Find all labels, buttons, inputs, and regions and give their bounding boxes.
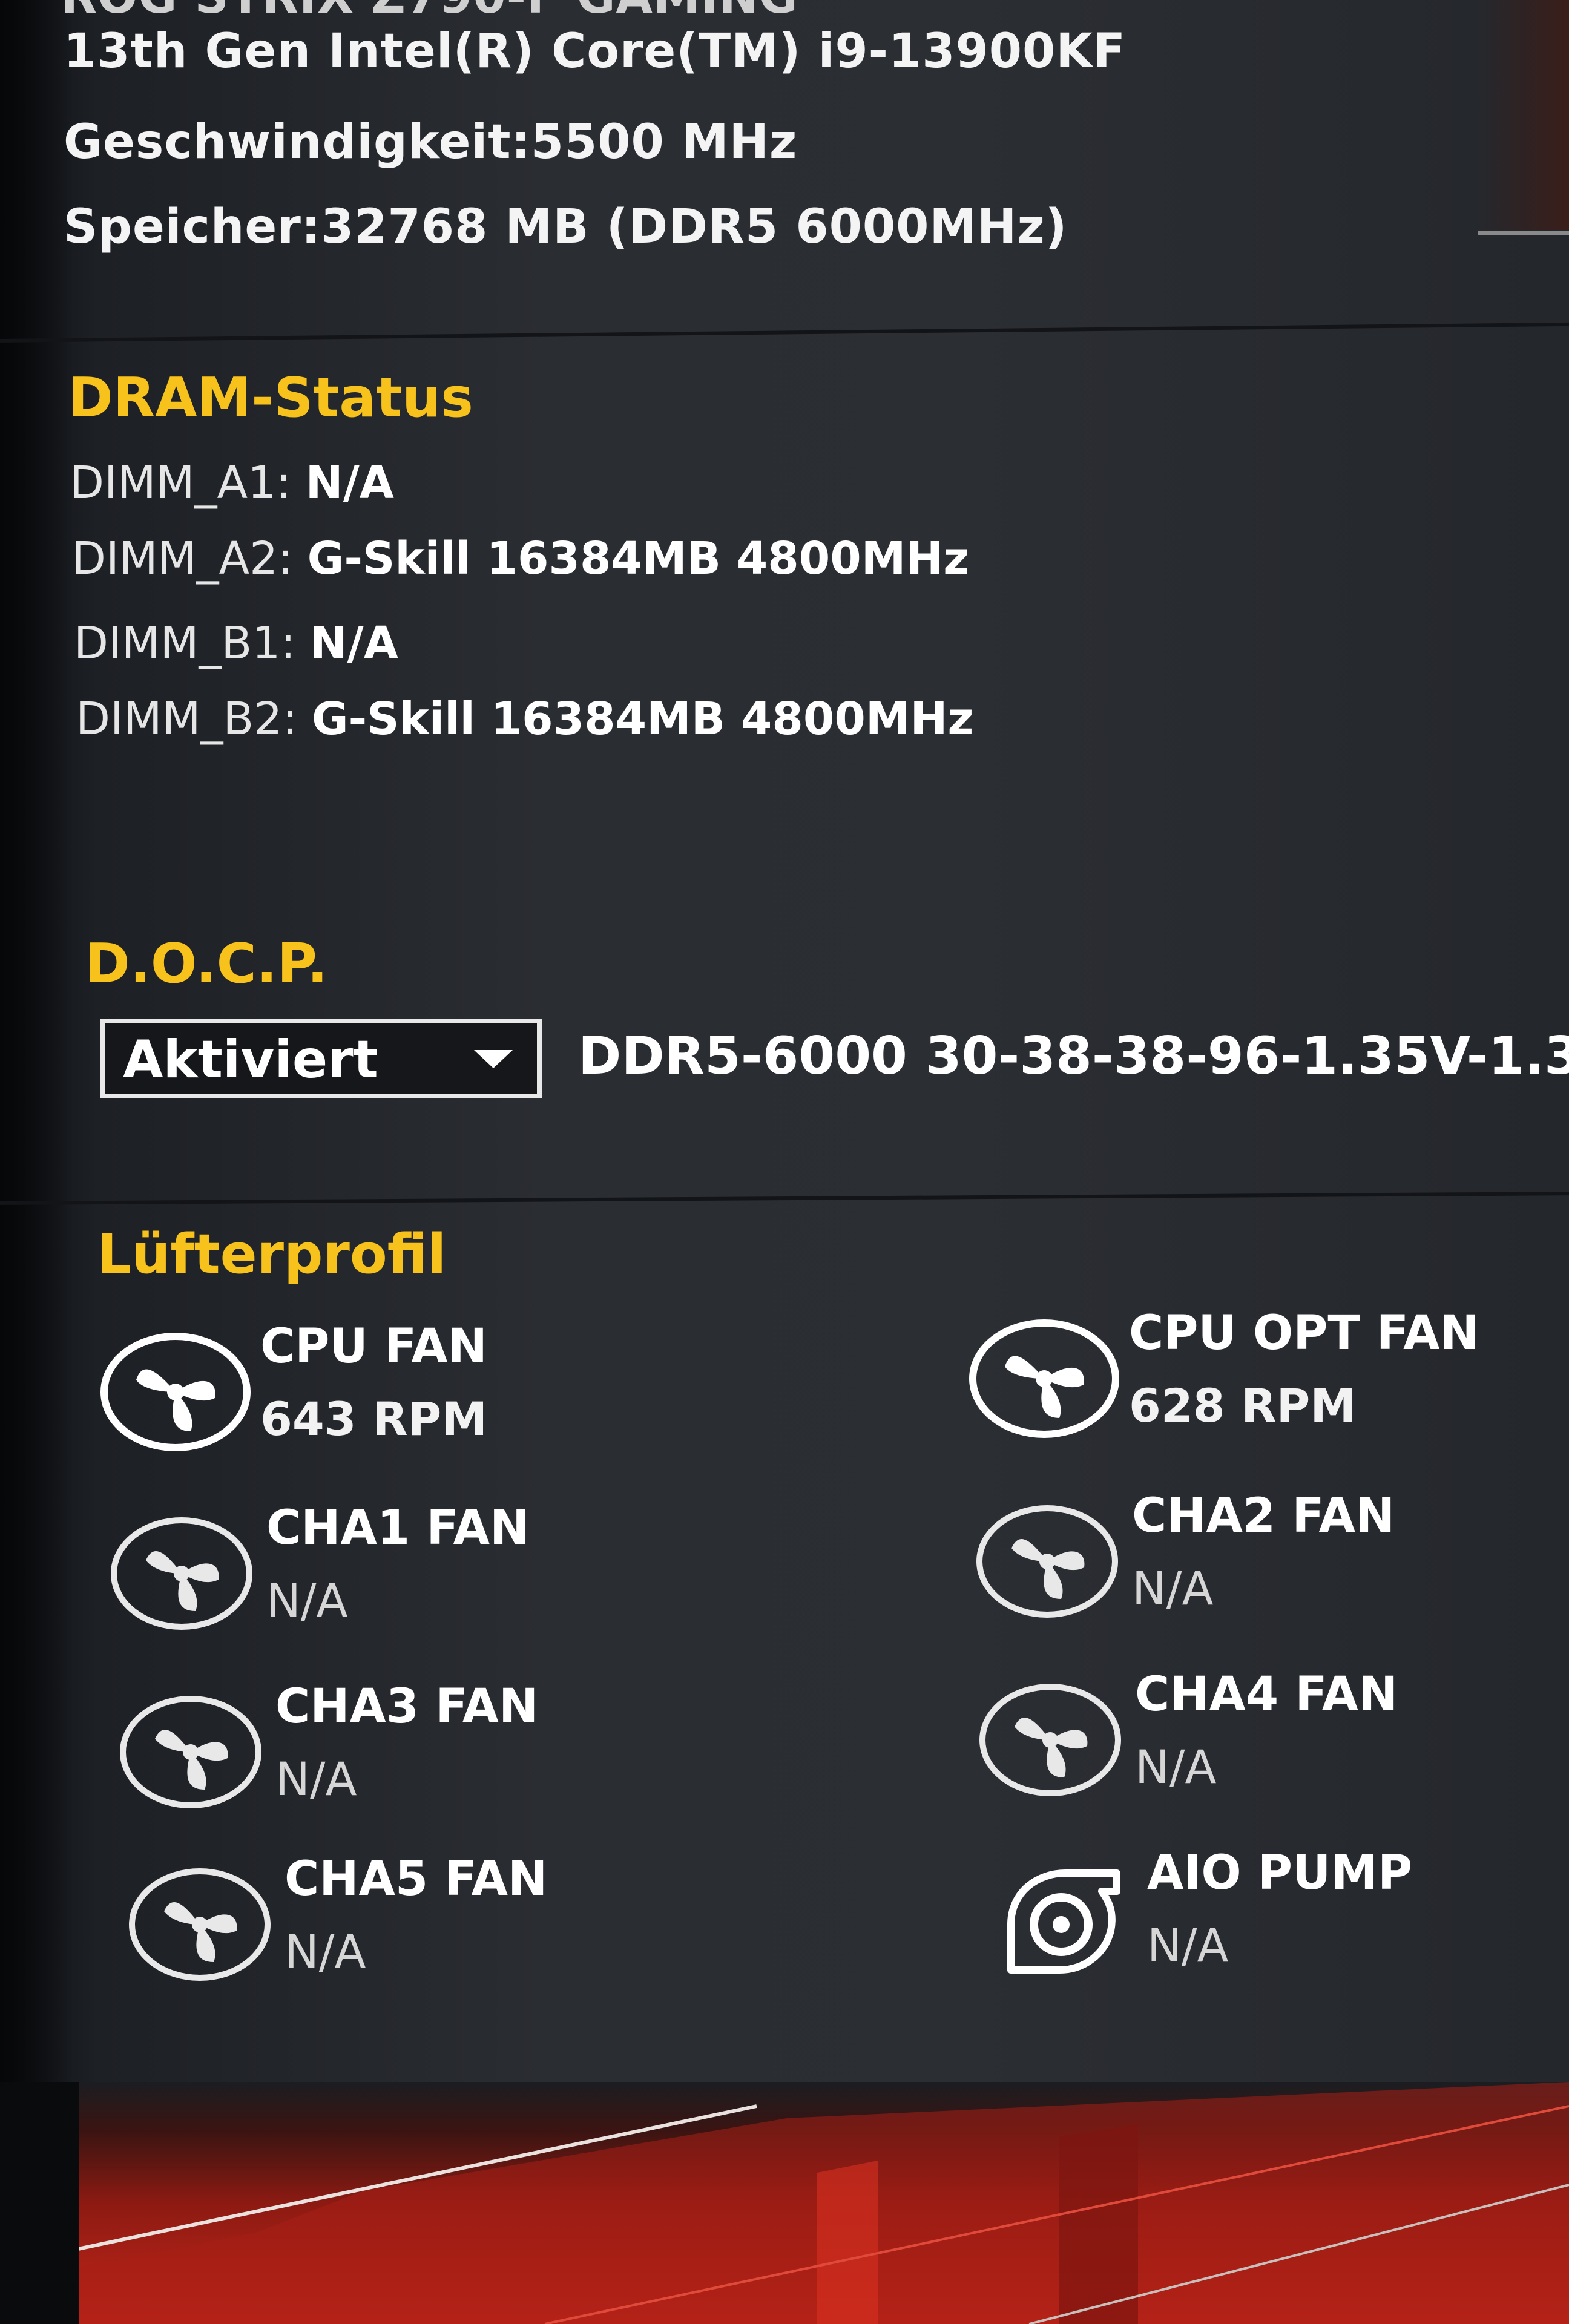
top-right-panel-edge bbox=[1478, 0, 1569, 230]
chevron-down-icon bbox=[474, 1050, 513, 1068]
fan-name: AIO PUMP bbox=[1147, 1846, 1413, 1900]
docp-title: D.O.C.P. bbox=[85, 932, 328, 996]
rog-red-decoration bbox=[0, 2082, 1569, 2324]
section-divider bbox=[0, 1192, 1569, 1205]
decorative-stripes bbox=[0, 2082, 1569, 2324]
dimm-a1-label: DIMM_A1: bbox=[70, 457, 292, 509]
fan-profile-title: Lüfterprofil bbox=[97, 1223, 447, 1286]
dimm-b1-row: DIMM_B1: N/A bbox=[74, 617, 398, 669]
fan-speed: N/A bbox=[285, 1925, 366, 1978]
fan-name: CHA5 FAN bbox=[285, 1852, 548, 1906]
dimm-a2-row: DIMM_A2: G-Skill 16384MB 4800MHz bbox=[71, 533, 969, 585]
fan-icon bbox=[111, 1517, 252, 1630]
fan-icon bbox=[976, 1505, 1118, 1618]
bezel-shadow bbox=[0, 0, 73, 2324]
dimm-a2-label: DIMM_A2: bbox=[71, 533, 294, 585]
dimm-b2-row: DIMM_B2: G-Skill 16384MB 4800MHz bbox=[76, 693, 973, 745]
fan-name: CHA2 FAN bbox=[1132, 1489, 1395, 1543]
cpu-model: 13th Gen Intel(R) Core(TM) i9-13900KF bbox=[64, 24, 1127, 79]
bios-ez-mode-screen: ROG STRIX Z790-F GAMING 13th Gen Intel(R… bbox=[0, 0, 1569, 2324]
docp-selected-value: Aktiviert bbox=[123, 1029, 378, 1090]
fan-speed: N/A bbox=[266, 1574, 348, 1627]
fan-icon bbox=[100, 1333, 251, 1451]
cpu-speed: Geschwindigkeit:5500 MHz bbox=[64, 115, 798, 169]
fan-name: CPU OPT FAN bbox=[1129, 1306, 1479, 1361]
fan-icon bbox=[129, 1868, 271, 1981]
docp-dropdown[interactable]: Aktiviert bbox=[100, 1019, 542, 1098]
dimm-a2-value: G-Skill 16384MB 4800MHz bbox=[307, 533, 970, 585]
fan-icon bbox=[969, 1319, 1119, 1438]
fan-speed: N/A bbox=[1135, 1740, 1217, 1794]
fan-speed: 628 RPM bbox=[1129, 1379, 1356, 1433]
dimm-b1-label: DIMM_B1: bbox=[74, 617, 296, 669]
aio-pump[interactable]: AIO PUMP N/A bbox=[987, 1846, 1531, 1985]
fan-speed: N/A bbox=[1132, 1561, 1214, 1615]
fan-cha3[interactable]: CHA3 FAN N/A bbox=[115, 1679, 660, 1819]
dimm-b2-label: DIMM_B2: bbox=[76, 693, 298, 745]
fan-cpu[interactable]: CPU FAN 643 RPM bbox=[100, 1319, 645, 1459]
fan-cpu-opt[interactable]: CPU OPT FAN 628 RPM bbox=[969, 1306, 1513, 1445]
fan-cha5[interactable]: CHA5 FAN N/A bbox=[124, 1852, 669, 1991]
fan-speed: 643 RPM bbox=[260, 1392, 487, 1446]
fan-cha2[interactable]: CHA2 FAN N/A bbox=[972, 1489, 1516, 1628]
fan-icon bbox=[979, 1684, 1121, 1796]
fan-name: CHA1 FAN bbox=[266, 1501, 530, 1555]
dimm-a1-row: DIMM_A1: N/A bbox=[70, 457, 394, 509]
dram-status-title: DRAM-Status bbox=[68, 366, 473, 430]
section-divider bbox=[0, 322, 1569, 343]
board-name: ROG STRIX Z790-F GAMING bbox=[61, 0, 798, 24]
fan-icon bbox=[120, 1696, 262, 1808]
bezel-shadow-bottom bbox=[0, 2082, 79, 2324]
top-right-divider bbox=[1478, 231, 1569, 235]
fan-name: CHA4 FAN bbox=[1135, 1667, 1398, 1722]
fan-speed: N/A bbox=[1147, 1919, 1229, 1972]
dimm-a1-value: N/A bbox=[305, 457, 394, 509]
fan-speed: N/A bbox=[275, 1752, 357, 1806]
fan-cha1[interactable]: CHA1 FAN N/A bbox=[106, 1501, 651, 1640]
fan-name: CHA3 FAN bbox=[275, 1679, 539, 1734]
memory-total: Speicher:32768 MB (DDR5 6000MHz) bbox=[64, 200, 1068, 254]
dimm-b2-value: G-Skill 16384MB 4800MHz bbox=[311, 693, 974, 745]
fan-cha4[interactable]: CHA4 FAN N/A bbox=[975, 1667, 1519, 1807]
docp-profile-text: DDR5-6000 30-38-38-96-1.35V-1.35 bbox=[578, 1026, 1569, 1086]
dimm-b1-value: N/A bbox=[309, 617, 399, 669]
fan-name: CPU FAN bbox=[260, 1319, 487, 1374]
pump-icon bbox=[1007, 1869, 1120, 1974]
